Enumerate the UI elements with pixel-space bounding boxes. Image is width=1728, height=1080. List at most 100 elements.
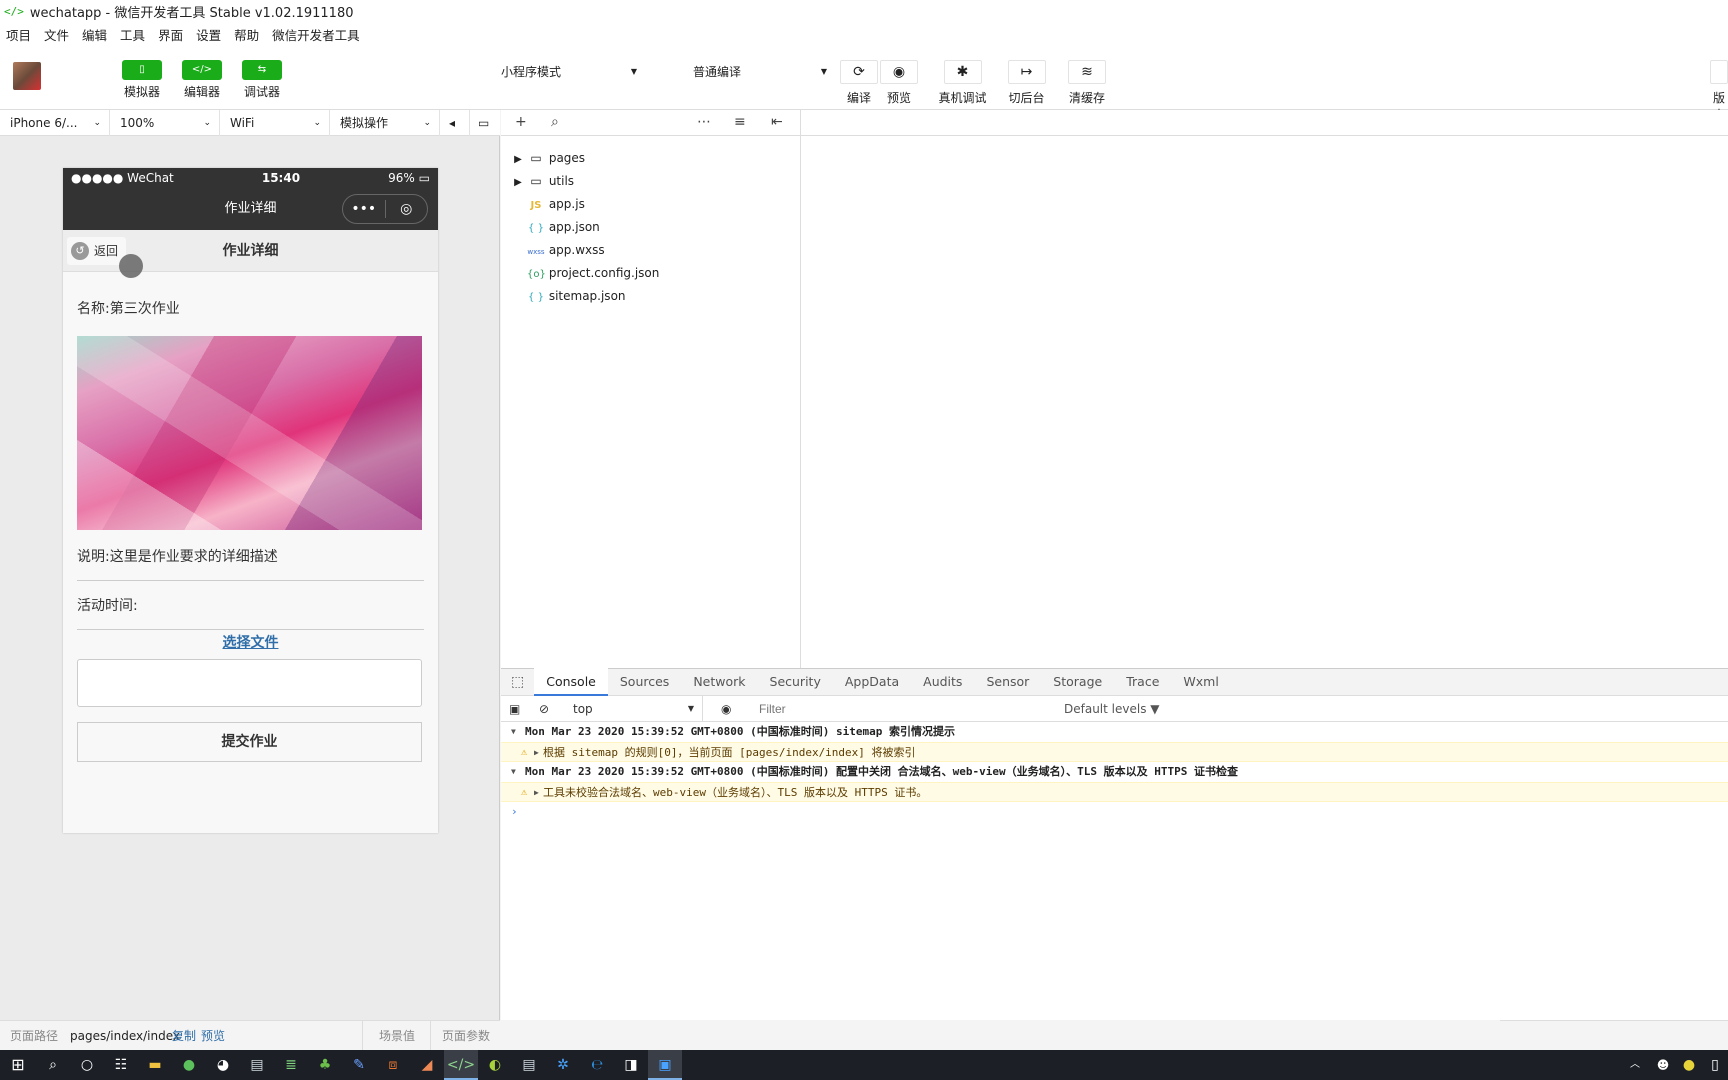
scene-value-button[interactable]: 场景值	[362, 1021, 415, 1051]
inspect-icon[interactable]: ⬚	[501, 668, 534, 696]
app-icon[interactable]: ●	[1676, 1050, 1702, 1080]
tree-file-app-js[interactable]: JS app.js	[527, 193, 585, 215]
preview-link[interactable]: 预览	[201, 1021, 225, 1051]
battery-level: 96%	[388, 171, 415, 185]
clear-console-icon[interactable]: ⊘	[539, 696, 549, 722]
hide-panel-icon[interactable]: ⇤	[771, 114, 783, 130]
notes-icon[interactable]: ▤	[512, 1050, 546, 1080]
context-select[interactable]: top ▼	[573, 696, 703, 722]
avatar[interactable]	[13, 62, 41, 90]
touch-cursor	[119, 254, 143, 278]
notes-icon[interactable]: ▤	[240, 1050, 274, 1080]
zoom-select[interactable]: 100% ⌄	[110, 110, 220, 136]
tab-sensor[interactable]: Sensor	[974, 668, 1041, 696]
menu-view[interactable]: 界面	[158, 25, 183, 44]
console-warning[interactable]: ⚠ ▶ 工具未校验合法域名、web-view（业务域名）、TLS 版本以及 HT…	[501, 782, 1728, 802]
app-icon[interactable]: ◢	[410, 1050, 444, 1080]
activity-time: 活动时间:	[77, 598, 138, 614]
clear-cache-button[interactable]: ≋ 清缓存	[1066, 60, 1108, 106]
tab-storage[interactable]: Storage	[1041, 668, 1114, 696]
app-icon[interactable]: ♣	[308, 1050, 342, 1080]
folder-icon: ▭	[530, 174, 542, 188]
menu-file[interactable]: 文件	[44, 25, 69, 44]
app-icon[interactable]: ≣	[274, 1050, 308, 1080]
menu-settings[interactable]: 设置	[196, 25, 221, 44]
simulate-select[interactable]: 模拟操作 ⌄	[330, 110, 440, 136]
app-icon[interactable]: ⧈	[376, 1050, 410, 1080]
tab-network[interactable]: Network	[681, 668, 757, 696]
task-view-icon[interactable]: ☷	[104, 1050, 138, 1080]
editor-area[interactable]	[801, 110, 1728, 668]
menu-edit[interactable]: 编辑	[82, 25, 107, 44]
collapse-icon[interactable]: ≡	[734, 114, 746, 130]
folder-icon[interactable]: ▬	[138, 1050, 172, 1080]
compile-button[interactable]: ⟳ 编译	[840, 60, 878, 106]
app-icon[interactable]: ✲	[546, 1050, 580, 1080]
console-group[interactable]: ▼ Mon Mar 23 2020 15:39:52 GMT+0800 (中国标…	[501, 762, 1728, 782]
console-prompt[interactable]: ›	[501, 802, 1728, 822]
more-icon[interactable]: •••	[343, 195, 385, 223]
tree-folder-pages[interactable]: ▶ ▭ pages	[509, 147, 585, 169]
detach-icon[interactable]: ▭	[470, 110, 500, 136]
tab-wxml[interactable]: Wxml	[1171, 668, 1230, 696]
menu-project[interactable]: 项目	[6, 25, 31, 44]
tab-sources[interactable]: Sources	[608, 668, 681, 696]
tree-file-sitemap-json[interactable]: { } sitemap.json	[527, 285, 625, 307]
submit-button[interactable]: 提交作业	[77, 722, 422, 762]
background-button[interactable]: ↦ 切后台	[1004, 60, 1049, 106]
remote-debug-button[interactable]: ✱ 真机调试	[935, 60, 990, 106]
console-filter-input[interactable]	[751, 699, 1051, 719]
page-params-button[interactable]: 页面参数	[430, 1021, 490, 1051]
app-icon[interactable]: ▣	[648, 1050, 682, 1080]
tab-security[interactable]: Security	[758, 668, 833, 696]
mute-icon[interactable]: ◂	[440, 110, 470, 136]
qq-icon[interactable]: ☻	[1650, 1050, 1676, 1080]
tab-console[interactable]: Console	[534, 668, 608, 696]
network-icon[interactable]: ▯	[1702, 1050, 1728, 1080]
tab-audits[interactable]: Audits	[911, 668, 974, 696]
edge-icon[interactable]: ℮	[580, 1050, 614, 1080]
tree-file-app-wxss[interactable]: wxss app.wxss	[527, 239, 604, 261]
cortana-icon[interactable]: ○	[70, 1050, 104, 1080]
network-select[interactable]: WiFi ⌄	[220, 110, 330, 136]
comment-textarea[interactable]	[77, 659, 422, 707]
tab-appdata[interactable]: AppData	[833, 668, 911, 696]
back-button[interactable]: ↺ 返回	[67, 237, 127, 265]
add-icon[interactable]: +	[515, 114, 527, 130]
console-warning[interactable]: ⚠ ▶ 根据 sitemap 的规则[0]，当前页面 [pages/index/…	[501, 742, 1728, 762]
app-icon[interactable]: ●	[172, 1050, 206, 1080]
console-group[interactable]: ▼ Mon Mar 23 2020 15:39:52 GMT+0800 (中国标…	[501, 722, 1728, 742]
device-select[interactable]: iPhone 6/... ⌄	[0, 110, 110, 136]
tab-trace[interactable]: Trace	[1114, 668, 1171, 696]
choose-file-link[interactable]: 选择文件	[77, 632, 424, 652]
layers-icon: ≋	[1068, 60, 1106, 84]
log-levels-select[interactable]: Default levels ▼	[1064, 696, 1160, 722]
search-icon[interactable]: ⌕	[551, 114, 559, 130]
app-icon[interactable]: ◕	[206, 1050, 240, 1080]
tree-file-project-config[interactable]: {o} project.config.json	[527, 262, 659, 284]
compile-select[interactable]: 普通编译 ▼	[687, 60, 835, 84]
mode-select[interactable]: 小程序模式 ▼	[495, 60, 645, 84]
more-icon[interactable]: ⋯	[697, 114, 711, 130]
bug-icon: ✱	[943, 60, 982, 84]
tree-file-app-json[interactable]: { } app.json	[527, 216, 600, 238]
pen-icon[interactable]: ✎	[342, 1050, 376, 1080]
preview-button[interactable]: ◉ 预览	[880, 60, 918, 106]
tray-up-icon[interactable]: ︿	[1620, 1050, 1650, 1080]
tree-folder-utils[interactable]: ▶ ▭ utils	[509, 170, 574, 192]
search-icon[interactable]: ⌕	[36, 1050, 70, 1080]
page-header: ↺ 返回 作业详细	[63, 230, 438, 278]
copy-link[interactable]: 复制	[172, 1021, 196, 1051]
eye-icon[interactable]: ◉	[721, 696, 731, 722]
menu-tools[interactable]: 工具	[120, 25, 145, 44]
wechat-devtools-icon[interactable]: </>	[444, 1050, 478, 1080]
menu-wechat-devtools[interactable]: 微信开发者工具	[272, 25, 360, 44]
windows-icon[interactable]: ⊞	[0, 1050, 36, 1080]
app-icon[interactable]: ◐	[478, 1050, 512, 1080]
close-target-icon[interactable]: ◎	[386, 195, 428, 223]
debugger-button[interactable]: ⇆ 调试器	[227, 60, 297, 100]
sidebar-toggle-icon[interactable]: ▣	[509, 696, 520, 722]
app-icon[interactable]: ◨	[614, 1050, 648, 1080]
console-warning-text: 根据 sitemap 的规则[0]，当前页面 [pages/index/inde…	[543, 746, 916, 759]
menu-help[interactable]: 帮助	[234, 25, 259, 44]
